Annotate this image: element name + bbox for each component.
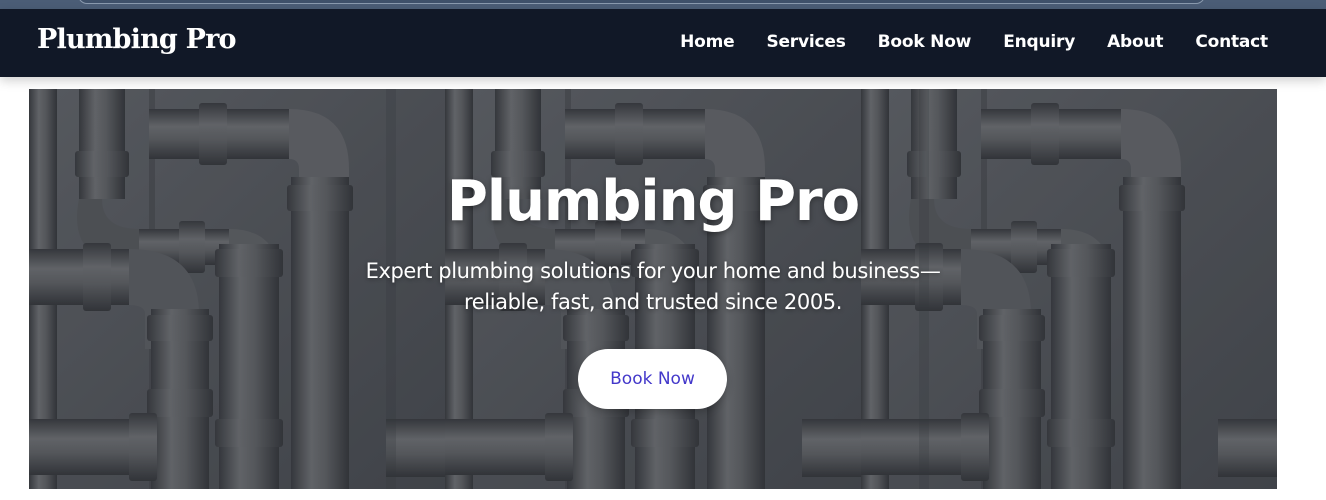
nav-link-contact[interactable]: Contact bbox=[1195, 32, 1268, 52]
book-now-button[interactable]: Book Now bbox=[578, 349, 727, 409]
hero-title: Plumbing Pro bbox=[446, 169, 860, 234]
hero-content: Plumbing Pro Expert plumbing solutions f… bbox=[29, 89, 1277, 489]
hero-subtitle: Expert plumbing solutions for your home … bbox=[365, 259, 941, 314]
navbar: Plumbing Pro Home Services Book Now Enqu… bbox=[0, 9, 1326, 77]
nav-link-about[interactable]: About bbox=[1107, 32, 1163, 52]
address-bar-edge bbox=[78, 0, 1205, 4]
nav-link-home[interactable]: Home bbox=[680, 32, 735, 52]
browser-top-strip bbox=[0, 0, 1326, 9]
nav-links: Home Services Book Now Enquiry About Con… bbox=[680, 32, 1268, 52]
nav-link-book-now[interactable]: Book Now bbox=[878, 32, 972, 52]
nav-link-services[interactable]: Services bbox=[766, 32, 845, 52]
site-logo[interactable]: Plumbing Pro bbox=[37, 24, 237, 55]
nav-link-enquiry[interactable]: Enquiry bbox=[1003, 32, 1075, 52]
hero-section: Plumbing Pro Expert plumbing solutions f… bbox=[29, 89, 1277, 489]
